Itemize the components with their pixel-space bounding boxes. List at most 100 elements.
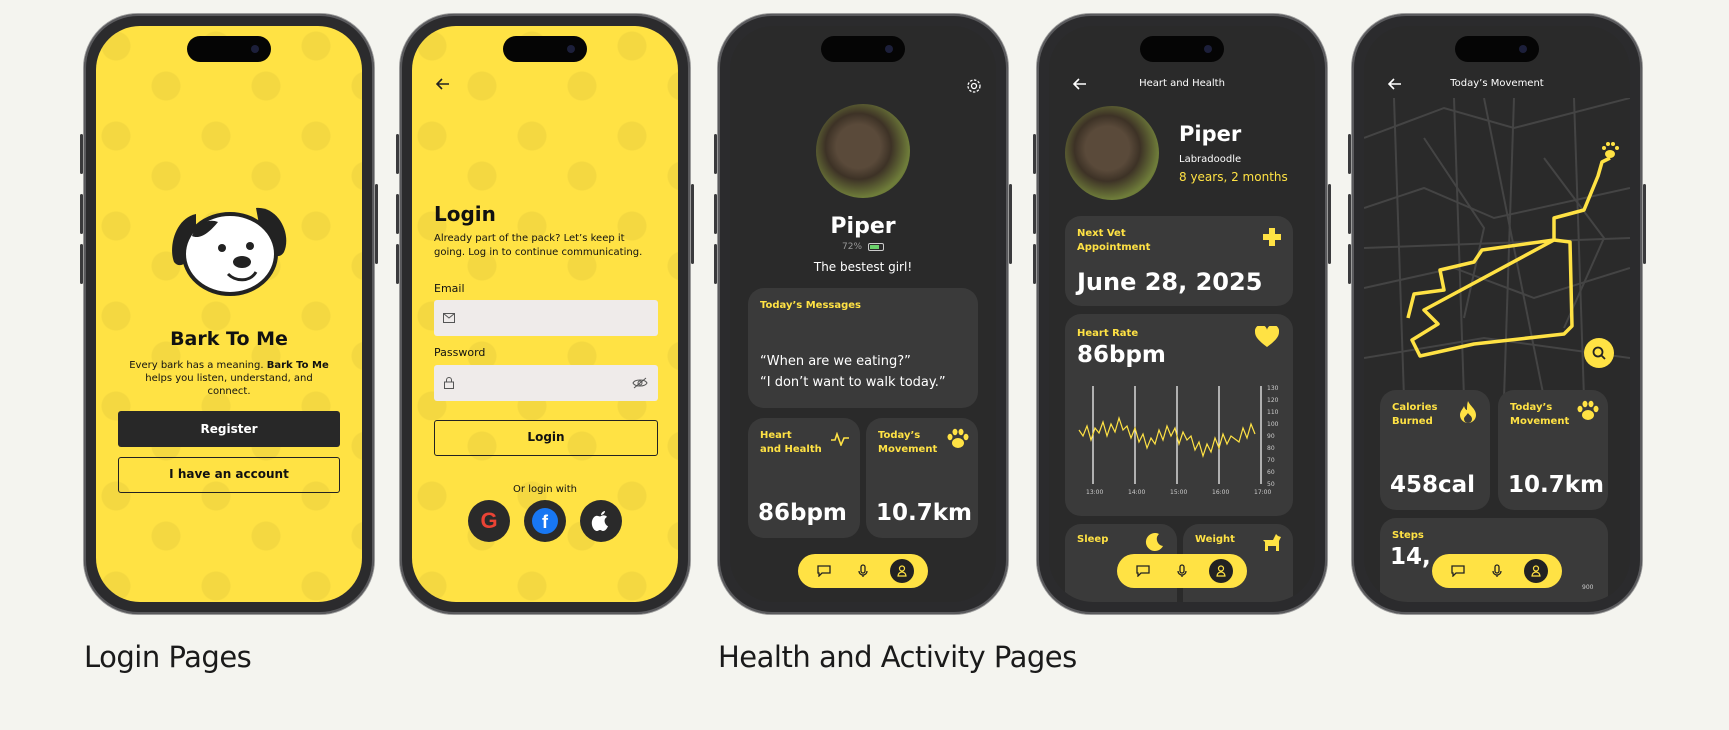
nav-messages-icon[interactable] <box>1446 559 1470 583</box>
nav-microphone-icon[interactable] <box>1485 559 1509 583</box>
facebook-icon: f <box>532 508 558 534</box>
health-screen: Heart and Health Piper Labradoodle 8 yea… <box>1049 26 1315 602</box>
dynamic-island <box>1455 36 1539 62</box>
dog-logo-icon <box>172 207 287 296</box>
x-tick: 16:00 <box>1212 489 1229 496</box>
nav-microphone-icon[interactable] <box>1170 559 1194 583</box>
caption-health: Health and Activity Pages <box>718 640 1077 674</box>
movement-label: Today’s Movement <box>1510 401 1569 429</box>
y-tick: 110 <box>1267 409 1279 416</box>
x-tick: 15:00 <box>1170 489 1187 496</box>
login-title: Login <box>434 202 496 226</box>
phone-welcome: Bark To Me Every bark has a meaning. Bar… <box>80 14 378 614</box>
app-title: Bark To Me <box>170 328 288 350</box>
medical-cross-icon <box>1263 228 1281 246</box>
password-label: Password <box>434 346 486 359</box>
welcome-screen: Bark To Me Every bark has a meaning. Bar… <box>96 26 362 602</box>
register-button[interactable]: Register <box>118 411 340 447</box>
nav-messages-icon[interactable] <box>1131 559 1155 583</box>
paw-icon <box>947 428 969 448</box>
dynamic-island <box>821 36 905 62</box>
y-tick: 100 <box>1267 421 1279 428</box>
facebook-login-button[interactable]: f <box>524 500 566 542</box>
email-field[interactable] <box>434 300 658 336</box>
bottom-nav <box>1117 554 1247 588</box>
cal-label-2: Burned <box>1392 416 1433 427</box>
dynamic-island <box>187 36 271 62</box>
paw-marker-icon <box>1602 142 1619 158</box>
heart-icon <box>1255 326 1279 347</box>
movement-card[interactable]: Today’s Movement 10.7km <box>1498 390 1608 510</box>
map-search-button[interactable] <box>1584 338 1614 368</box>
bottom-nav <box>1432 554 1562 588</box>
y-tick: 80 <box>1267 445 1275 452</box>
nav-microphone-icon[interactable] <box>851 559 875 583</box>
heart-value: 86bpm <box>758 500 847 526</box>
messages-title: Today’s Messages <box>760 300 861 311</box>
health-header: Heart and Health <box>1139 78 1225 89</box>
y-tick: 60 <box>1267 469 1275 476</box>
nav-profile-icon[interactable] <box>1209 559 1234 583</box>
password-field[interactable] <box>434 365 658 401</box>
heart-rate-card[interactable]: Heart Rate 86bpm 130 120 110 100 90 80 7… <box>1065 314 1293 516</box>
paw-icon <box>1577 400 1599 420</box>
lock-icon <box>444 377 454 389</box>
desc-text: Every bark has a meaning. <box>129 360 267 371</box>
login-button[interactable]: Login <box>434 420 658 456</box>
profile-screen: Piper 72% The bestest girl! Today’s Mess… <box>730 26 996 602</box>
app-description: Every bark has a meaning. Bark To Me hel… <box>126 359 332 398</box>
heart-card-label: Heart and Health <box>760 429 822 457</box>
hide-password-icon[interactable] <box>632 377 648 389</box>
vet-date: June 28, 2025 <box>1077 268 1263 296</box>
movement-header: Today’s Movement <box>1450 78 1544 89</box>
google-login-button[interactable]: G <box>468 500 510 542</box>
settings-gear-icon[interactable] <box>966 78 982 94</box>
battery-status: 72% <box>730 242 996 252</box>
movement-screen: Today’s Movement Calories Burned 458cal T… <box>1364 26 1630 602</box>
heart-rate-line <box>1078 415 1256 459</box>
apple-login-button[interactable] <box>580 500 622 542</box>
heart-rate-label: Heart Rate <box>1077 328 1139 339</box>
vet-label: Next Vet Appointment <box>1077 227 1150 255</box>
y-tick: 120 <box>1267 397 1279 404</box>
dog-breed: Labradoodle <box>1179 154 1242 165</box>
move-label-1: Today’s <box>1510 402 1553 413</box>
y-axis-ticks: 130 120 110 100 90 80 70 60 50 <box>1267 385 1279 488</box>
y-tick: 50 <box>1267 481 1275 488</box>
email-label: Email <box>434 282 465 295</box>
phone-health: Heart and Health Piper Labradoodle 8 yea… <box>1033 14 1331 614</box>
vet-appointment-card[interactable]: Next Vet Appointment June 28, 2025 <box>1065 216 1293 306</box>
move-label-2: Movement <box>878 444 938 455</box>
login-screen: Login Already part of the pack? Let’s ke… <box>412 26 678 602</box>
dog-silhouette-icon <box>1263 534 1281 551</box>
x-axis-ticks: 13:00 14:00 15:00 16:00 17:00 <box>1086 489 1271 496</box>
calories-label: Calories Burned <box>1392 401 1437 429</box>
movement-card-label: Today’s Movement <box>878 429 937 457</box>
phone-profile: Piper 72% The bestest girl! Today’s Mess… <box>714 14 1012 614</box>
phone-login: Login Already part of the pack? Let’s ke… <box>396 14 694 614</box>
nav-profile-icon[interactable] <box>1524 559 1549 583</box>
vet-label-2: Appointment <box>1077 242 1151 253</box>
x-tick: 13:00 <box>1086 489 1103 496</box>
heart-health-card[interactable]: Heart and Health 86bpm <box>748 418 860 538</box>
dog-name: Piper <box>1179 122 1242 146</box>
dog-name: Piper <box>830 214 896 239</box>
have-account-button[interactable]: I have an account <box>118 457 340 493</box>
dynamic-island <box>1140 36 1224 62</box>
battery-icon <box>867 242 884 251</box>
calories-card[interactable]: Calories Burned 458cal <box>1380 390 1490 510</box>
nav-messages-icon[interactable] <box>812 559 836 583</box>
movement-card[interactable]: Today’s Movement 10.7km <box>866 418 978 538</box>
heart-rate-chart: 130 120 110 100 90 80 70 60 50 13:00 14:… <box>1078 385 1279 496</box>
x-tick: 14:00 <box>1128 489 1145 496</box>
back-arrow-icon[interactable] <box>436 78 450 90</box>
messages-card[interactable]: Today’s Messages “When are we eating?” “… <box>748 288 978 408</box>
x-tick: 17:00 <box>1254 489 1271 496</box>
steps-axis-tick: 900 <box>1582 584 1594 591</box>
heart-label-2: and Health <box>760 444 822 455</box>
nav-profile-icon[interactable] <box>890 559 915 583</box>
steps-label: Steps <box>1392 530 1424 541</box>
dog-tagline: The bestest girl! <box>813 260 913 274</box>
dog-age: 8 years, 2 months <box>1179 170 1288 184</box>
y-tick: 90 <box>1267 433 1275 440</box>
